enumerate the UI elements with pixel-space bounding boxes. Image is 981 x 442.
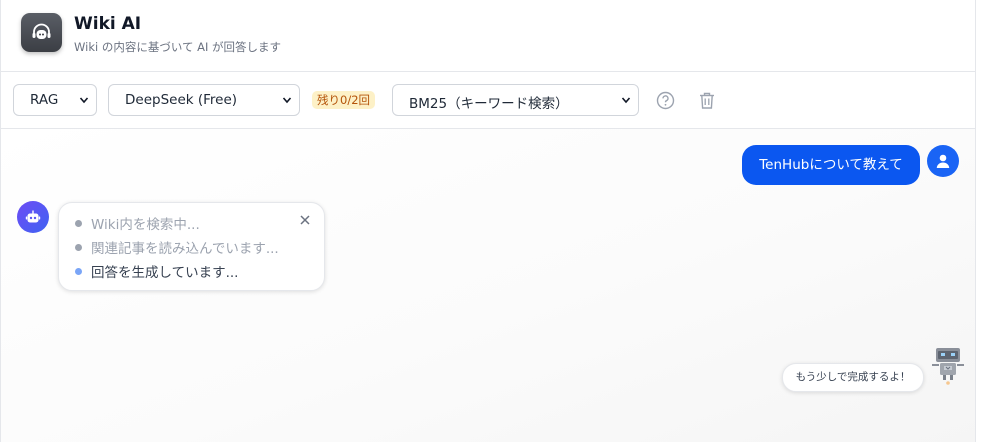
close-icon[interactable] xyxy=(300,215,310,225)
chevron-down-icon xyxy=(79,97,89,104)
search-method-select[interactable]: BM25（キーワード検索） xyxy=(392,84,639,116)
user-avatar xyxy=(927,145,959,177)
bot-avatar xyxy=(17,201,49,233)
robot-mascot-icon xyxy=(932,348,964,385)
model-select[interactable]: DeepSeek (Free) xyxy=(108,84,300,116)
robot-icon xyxy=(25,210,41,223)
step-dot xyxy=(75,244,82,251)
step-dot xyxy=(75,220,82,227)
mascot-speech-bubble: もう少しで完成するよ！ xyxy=(782,363,924,392)
chevron-down-icon xyxy=(621,97,631,104)
step-label: 回答を生成しています... xyxy=(91,265,239,281)
toolbar: RAG DeepSeek (Free) 残り0/2回 BM25（キーワード検索） xyxy=(1,72,975,129)
header: Wiki AI Wiki の内容に基づいて AI が回答します xyxy=(1,0,975,72)
user-icon xyxy=(936,154,950,168)
step-dot xyxy=(75,268,82,275)
question-circle-icon[interactable] xyxy=(656,91,675,110)
page-subtitle: Wiki の内容に基づいて AI が回答します xyxy=(74,40,282,54)
page-title: Wiki AI xyxy=(74,14,142,34)
chevron-down-icon xyxy=(282,97,292,104)
trash-icon[interactable] xyxy=(698,91,716,110)
search-method-select-value: BM25（キーワード検索） xyxy=(409,96,569,112)
step-label: Wiki内を検索中... xyxy=(91,217,200,233)
user-message-bubble: TenHubについて教えて xyxy=(742,145,920,185)
mode-select-value: RAG xyxy=(30,92,59,108)
mode-select[interactable]: RAG xyxy=(13,84,97,116)
headset-robot-icon xyxy=(21,13,62,52)
chat-area: TenHubについて教えて Wiki内を検索中... 関連記事を読み込んでいます… xyxy=(1,129,975,442)
wiki-ai-panel: Wiki AI Wiki の内容に基づいて AI が回答します RAG Deep… xyxy=(0,0,976,442)
model-select-value: DeepSeek (Free) xyxy=(125,92,238,108)
step-label: 関連記事を読み込んでいます... xyxy=(91,241,279,257)
progress-card: Wiki内を検索中... 関連記事を読み込んでいます... 回答を生成しています… xyxy=(58,202,325,291)
remaining-usage-badge: 残り0/2回 xyxy=(312,91,376,109)
